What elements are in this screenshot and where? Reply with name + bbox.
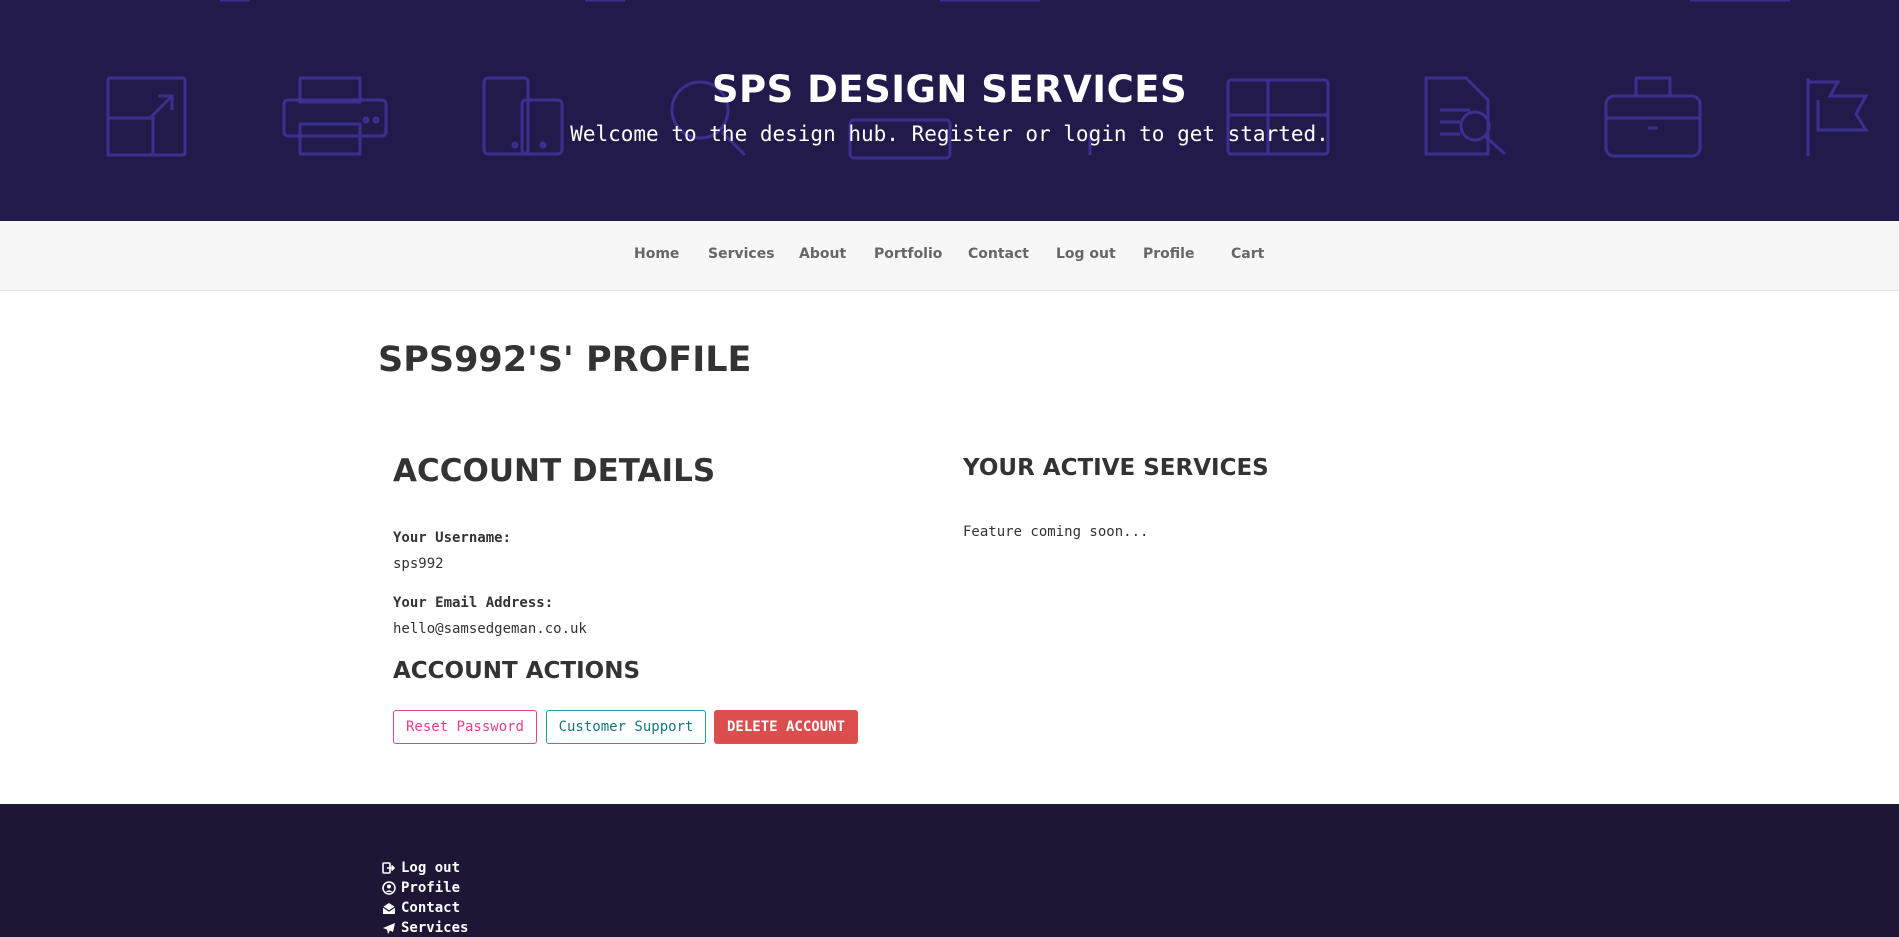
footer-link-profile[interactable]: Profile xyxy=(382,880,460,896)
site-subtitle: Welcome to the design hub. Register or l… xyxy=(570,122,1329,146)
reset-password-button[interactable]: Reset Password xyxy=(393,710,537,744)
nav-about[interactable]: About xyxy=(799,246,846,262)
username-value: sps992 xyxy=(393,556,444,572)
footer-link-services[interactable]: Services xyxy=(382,920,468,936)
nav-profile[interactable]: Profile xyxy=(1143,246,1194,262)
footer-link-label: Contact xyxy=(401,900,461,916)
email-label: Your Email Address: xyxy=(393,595,554,611)
nav-contact[interactable]: Contact xyxy=(968,246,1029,262)
nav-home[interactable]: Home xyxy=(634,246,679,262)
paper-plane-icon xyxy=(383,922,395,934)
site-title: SPS DESIGN SERVICES xyxy=(711,68,1188,111)
site-footer: Log out Profile Contact Services xyxy=(0,804,1899,937)
footer-link-logout[interactable]: Log out xyxy=(382,860,460,876)
nav-portfolio[interactable]: Portfolio xyxy=(874,246,942,262)
footer-link-label: Services xyxy=(401,920,469,936)
main-nav: Home Services About Portfolio Contact Lo… xyxy=(0,221,1899,291)
footer-link-label: Profile xyxy=(401,880,461,896)
active-services-message: Feature coming soon... xyxy=(963,524,1149,540)
active-services-heading: YOUR ACTIVE SERVICES xyxy=(963,455,1269,481)
customer-support-button[interactable]: Customer Support xyxy=(546,710,706,744)
page-title: SPS992'S' PROFILE xyxy=(378,340,752,380)
email-value: hello@samsedgeman.co.uk xyxy=(393,621,587,637)
footer-link-label: Log out xyxy=(401,860,461,876)
envelope-open-icon xyxy=(382,902,396,914)
nav-cart[interactable]: Cart xyxy=(1231,246,1264,262)
nav-logout[interactable]: Log out xyxy=(1056,246,1116,262)
username-label: Your Username: xyxy=(393,530,512,546)
logout-icon xyxy=(382,862,396,874)
account-actions-heading: ACCOUNT ACTIONS xyxy=(393,658,641,684)
nav-services[interactable]: Services xyxy=(708,246,775,262)
footer-link-contact[interactable]: Contact xyxy=(382,900,460,916)
user-circle-icon xyxy=(382,881,396,895)
account-details-heading: ACCOUNT DETAILS xyxy=(393,453,716,489)
site-header: SPS DESIGN SERVICES Welcome to the desig… xyxy=(0,0,1899,221)
delete-account-button[interactable]: DELETE ACCOUNT xyxy=(714,710,858,744)
